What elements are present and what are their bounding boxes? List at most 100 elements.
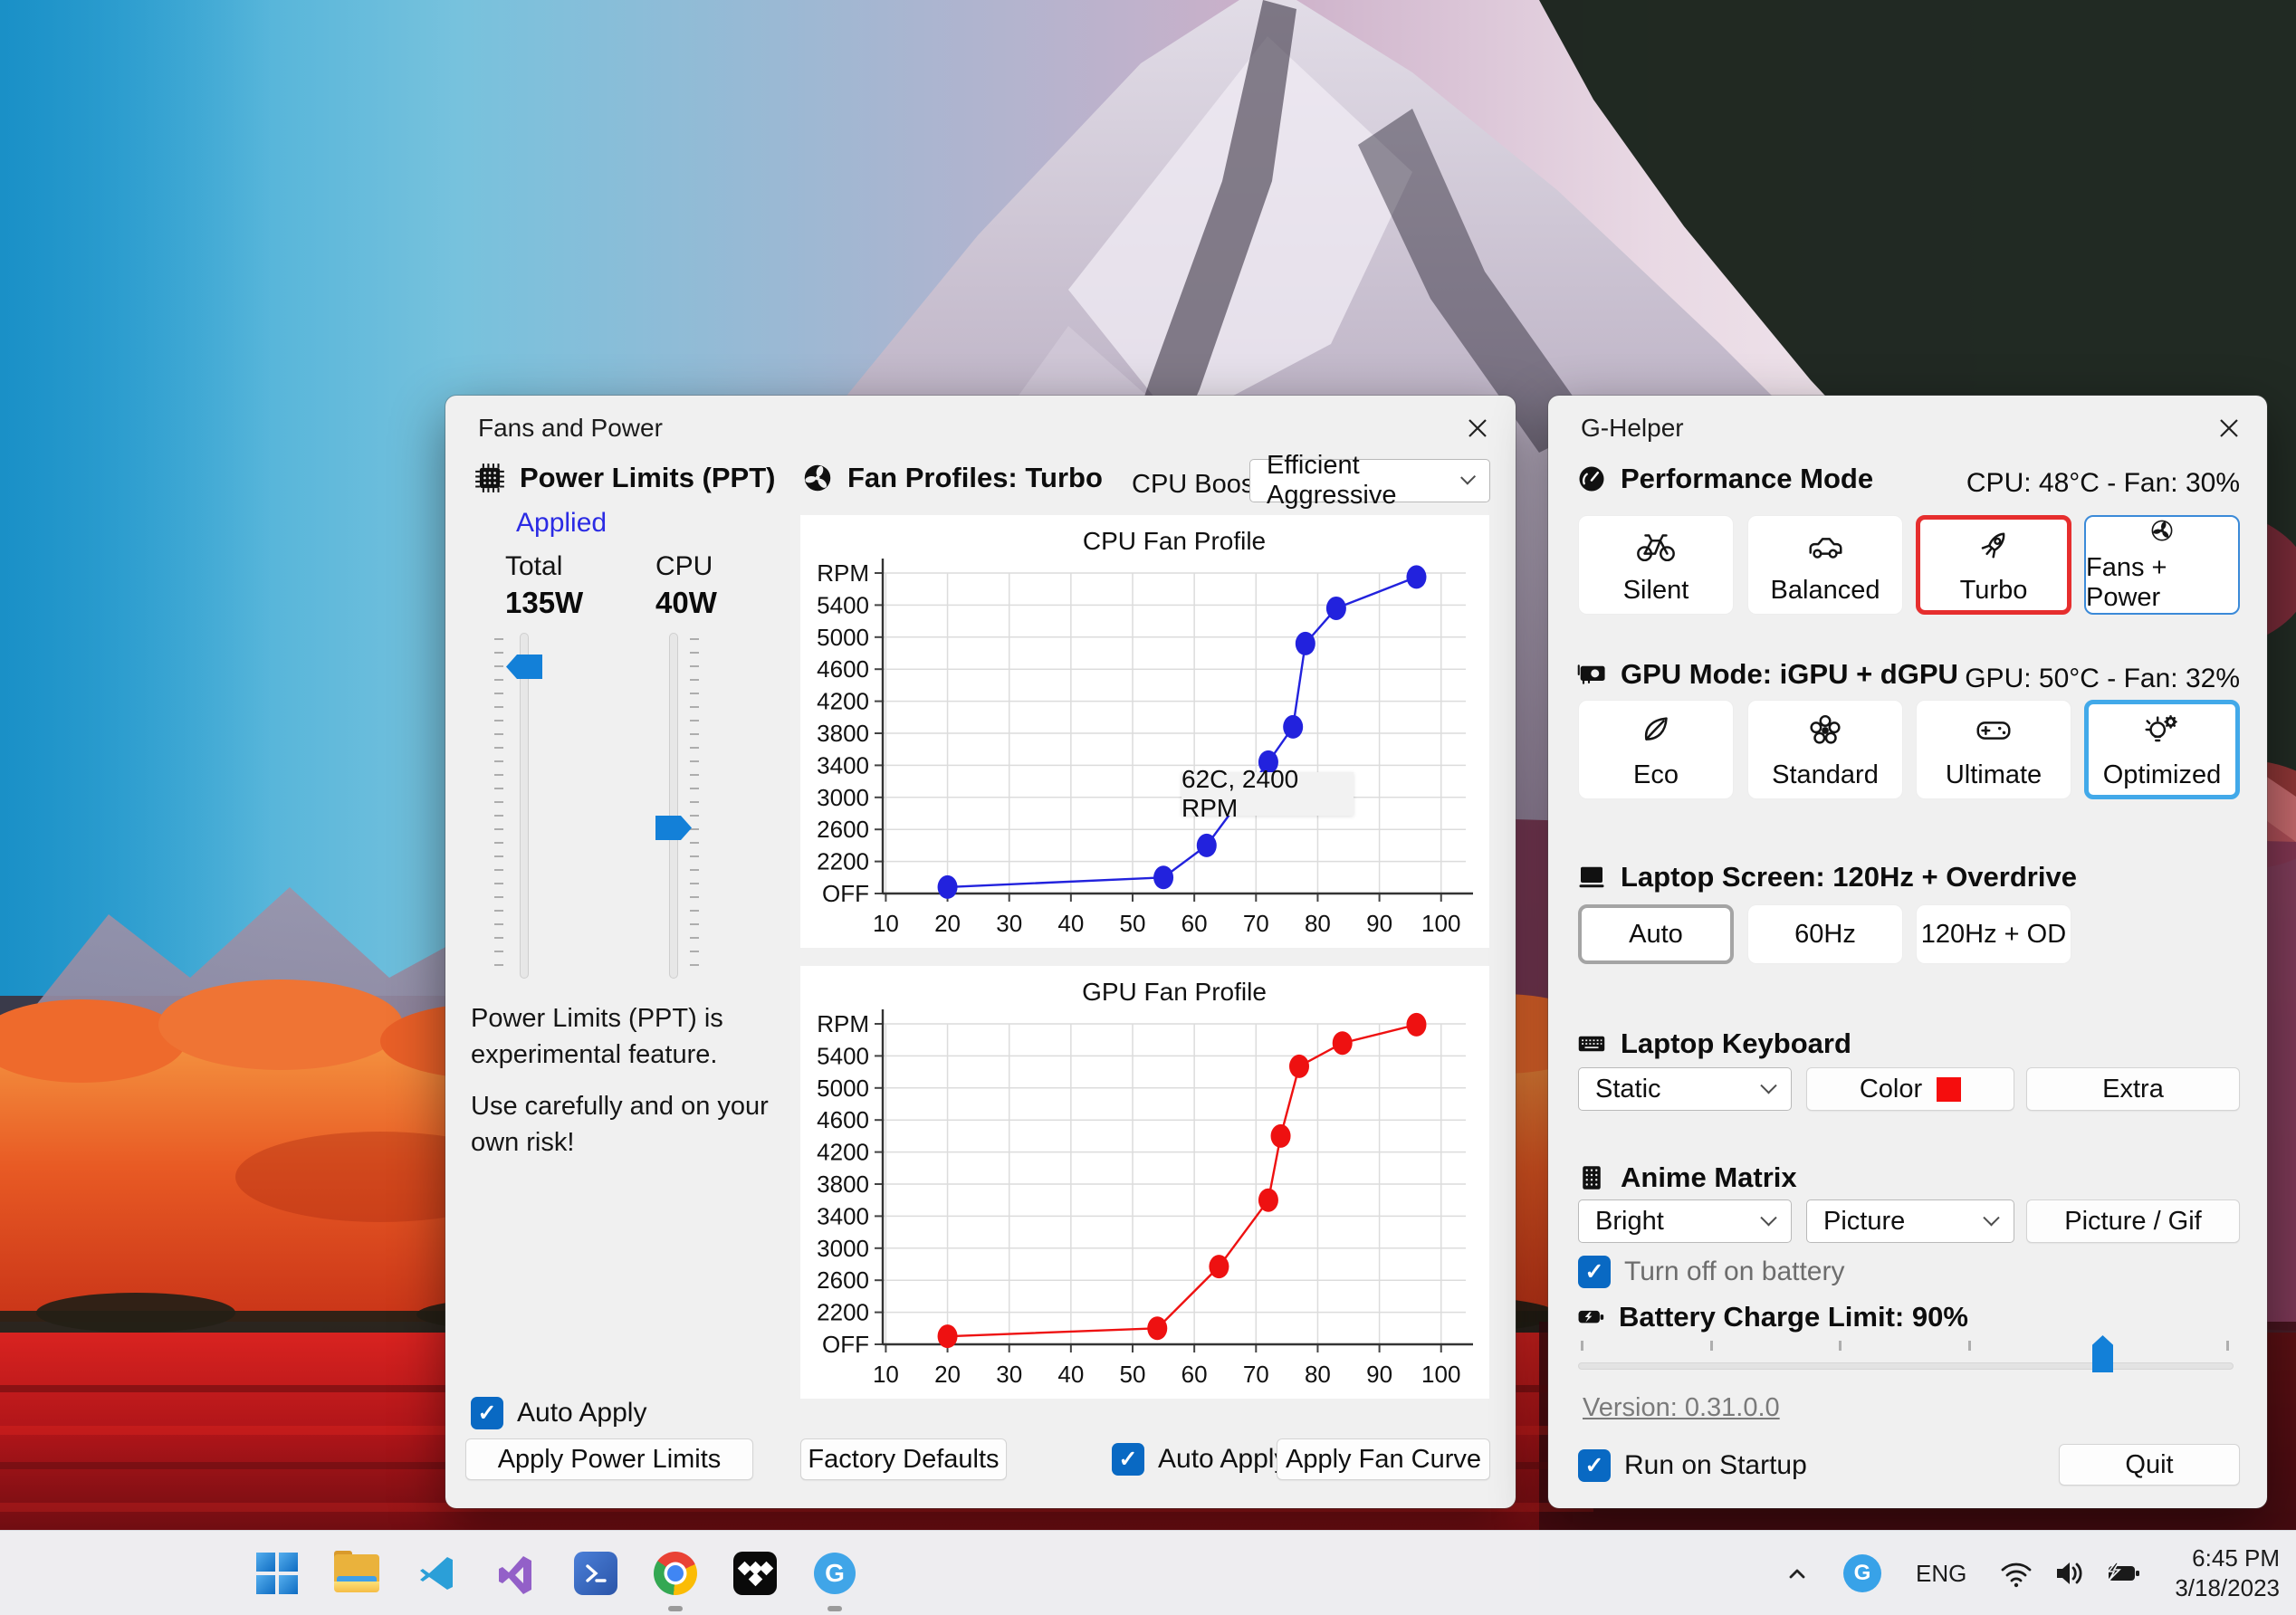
performance-mode-header: Performance Mode [1575,463,1873,495]
curve-auto-apply-checkbox[interactable] [1112,1443,1144,1476]
keyboard-mode-select[interactable]: Static [1578,1067,1792,1111]
keyboard-extra-button[interactable]: Extra [2026,1067,2240,1111]
mode-button-fans-power[interactable]: Fans + Power [2084,515,2240,615]
svg-text:100: 100 [1421,910,1460,937]
cpu-power-slider[interactable] [669,633,678,979]
cpu-boost-label: CPU Boost [1132,470,1262,499]
power-limits-title: Power Limits (PPT) [520,462,776,493]
svg-text:2200: 2200 [817,848,869,875]
leaf-icon [1644,716,1668,741]
g-helper-tray-button[interactable]: G [1829,1531,1896,1615]
anime-brightness-select[interactable]: Bright [1578,1199,1792,1243]
run-on-startup-checkbox[interactable] [1578,1449,1611,1482]
wifi-button[interactable] [1990,1531,2042,1615]
cpu-value: 40W [655,586,717,619]
svg-text:50: 50 [1120,1361,1146,1388]
monitor-icon [1579,866,1604,888]
gpu-mode-header: GPU Mode: iGPU + dGPU [1575,658,1958,691]
battery-slider-ticks [1581,1341,2229,1351]
svg-text:90: 90 [1366,1361,1392,1388]
g-helper-app-button[interactable]: G [807,1531,863,1615]
svg-text:70: 70 [1243,1361,1269,1388]
gpu-button-eco[interactable]: Eco [1578,700,1734,799]
quit-button[interactable]: Quit [2059,1444,2240,1486]
svg-text:80: 80 [1305,910,1331,937]
cpu-boost-select[interactable]: Efficient Aggressive [1249,451,1490,510]
laptop-keyboard-title: Laptop Keyboard [1621,1027,1851,1059]
apply-fan-curve-button[interactable]: Apply Fan Curve [1277,1438,1490,1480]
factory-defaults-button[interactable]: Factory Defaults [800,1438,1007,1480]
svg-text:5400: 5400 [817,591,869,618]
run-on-startup-row: Run on Startup [1578,1449,1807,1482]
visual-studio-button[interactable] [488,1531,544,1615]
gpu-button-standard[interactable]: Standard [1747,700,1903,799]
power-auto-apply-label: Auto Apply [517,1398,647,1428]
total-power-slider-handle[interactable] [506,655,542,679]
cpu-fan-profile-chart[interactable]: CPU Fan Profile OFF 2200 2600 3000 3400 3800 42… [800,515,1489,948]
gamepad-icon [1976,721,2011,740]
experimental-note: Power Limits (PPT) is experimental featu… [471,1004,723,1069]
vscode-icon [420,1557,453,1590]
apply-power-limits-button[interactable]: Apply Power Limits [465,1438,753,1480]
battery-icon [1578,1310,1604,1324]
volume-button[interactable] [2042,1531,2095,1615]
svg-text:50: 50 [1120,910,1146,937]
chrome-button[interactable] [647,1531,703,1615]
svg-text:4600: 4600 [817,1106,869,1133]
cpu-power-slider-handle[interactable] [655,816,692,840]
battery-button[interactable] [2095,1531,2151,1615]
language-indicator[interactable]: ENG [1896,1531,1990,1615]
gpu-button-ultimate[interactable]: Ultimate [1916,700,2071,799]
svg-text:2200: 2200 [817,1299,869,1326]
mode-button-turbo[interactable]: Turbo [1916,515,2071,615]
svg-text:4600: 4600 [817,655,869,683]
battery-charge-slider[interactable] [1578,1362,2234,1370]
svg-text:90: 90 [1366,910,1392,937]
vscode-button[interactable] [408,1531,464,1615]
powershell-icon [574,1552,617,1595]
file-explorer-button[interactable] [329,1531,385,1615]
gpu-fan-profile-chart[interactable]: GPU Fan Profile OFF 2200 2600 3000 3400 3800 42… [800,966,1489,1399]
chrome-icon [654,1552,697,1595]
svg-text:3800: 3800 [817,720,869,747]
chevron-up-icon [1789,1569,1805,1579]
running-indicator [668,1606,683,1611]
fan-profiles-title: Fan Profiles: Turbo [847,462,1103,493]
svg-text:10: 10 [873,910,899,937]
taskbar-apps: G [249,1531,863,1615]
mode-button-balanced[interactable]: Balanced [1747,515,1903,615]
desktop: Fans and Power Power Limits (PPT) Applie… [0,0,2296,1615]
visual-studio-icon [499,1556,531,1594]
svg-text:5000: 5000 [817,624,869,651]
screen-button-60hz[interactable]: 60Hz [1747,904,1903,964]
total-power-slider[interactable] [520,633,529,979]
close-button[interactable] [2209,408,2249,448]
gpu-button-optimized[interactable]: Optimized [2084,700,2240,799]
window-title: Fans and Power [478,414,663,442]
mode-button-silent[interactable]: Silent [1578,515,1734,615]
anime-content-select[interactable]: Picture [1806,1199,2014,1243]
screen-button-120hz-od[interactable]: 120Hz + OD [1916,904,2071,964]
power-auto-apply-checkbox[interactable] [471,1397,503,1429]
turn-off-on-battery-checkbox[interactable] [1578,1256,1611,1288]
powershell-button[interactable] [568,1531,624,1615]
svg-text:10: 10 [873,1361,899,1388]
svg-text:30: 30 [996,1361,1022,1388]
turn-off-on-battery-label: Turn off on battery [1624,1257,1845,1286]
battery-charging-icon [2107,1562,2140,1581]
chevron-down-icon [1760,1209,1777,1226]
run-on-startup-label: Run on Startup [1624,1450,1807,1480]
svg-text:3000: 3000 [817,1235,869,1262]
slider-ticks [494,638,503,975]
keyboard-color-button[interactable]: Color [1806,1067,2014,1111]
clock[interactable]: 6:45 PM 3/18/2023 [2175,1543,2280,1603]
curve-auto-apply-row: Auto Apply [1112,1443,1287,1476]
anime-picture-gif-button[interactable]: Picture / Gif [2026,1199,2240,1243]
tidal-button[interactable] [727,1531,783,1615]
screen-button-auto[interactable]: Auto [1578,904,1734,964]
tray-expand-button[interactable] [1765,1531,1829,1615]
power-auto-apply-row: Auto Apply [471,1397,646,1429]
start-button[interactable] [249,1531,305,1615]
close-button[interactable] [1458,408,1497,448]
version-link[interactable]: Version: 0.31.0.0 [1583,1393,1780,1423]
